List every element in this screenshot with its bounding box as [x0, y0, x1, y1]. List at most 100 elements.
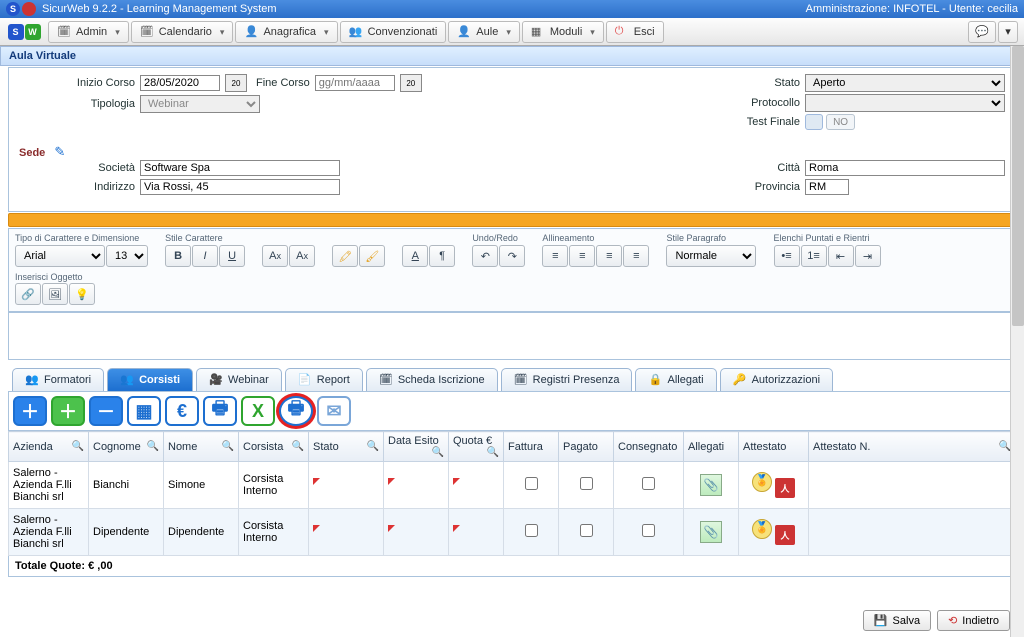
col-allegati[interactable]: Allegati	[684, 432, 739, 462]
excel-button[interactable]: X	[241, 396, 275, 426]
inizio-corso-input[interactable]	[140, 75, 220, 91]
tab-webinar[interactable]: 🎥Webinar	[196, 368, 282, 391]
calendar-icon[interactable]: 20	[225, 74, 247, 92]
search-icon[interactable]: 🔍	[72, 441, 84, 452]
idea-button[interactable]: 💡	[69, 283, 95, 305]
menu-calendario[interactable]: 🗓Calendario	[131, 21, 234, 43]
brush-button[interactable]: 🖌	[359, 245, 385, 267]
italic-button[interactable]: I	[192, 245, 218, 267]
col-consegnato[interactable]: Consegnato	[614, 432, 684, 462]
indirizzo-input[interactable]	[140, 179, 340, 195]
highlight-button[interactable]: 🖍	[332, 245, 358, 267]
consegnato-checkbox[interactable]	[642, 524, 655, 537]
consegnato-checkbox[interactable]	[642, 477, 655, 490]
col-fattura[interactable]: Fattura	[504, 432, 559, 462]
attachment-icon[interactable]: 📎	[700, 474, 722, 496]
col-azienda[interactable]: Azienda🔍	[9, 432, 89, 462]
calendar-icon[interactable]: 20	[400, 74, 422, 92]
search-icon[interactable]: 🔍	[292, 441, 304, 452]
search-icon[interactable]: 🔍	[147, 441, 159, 452]
tipologia-select[interactable]: Webinar	[140, 95, 260, 113]
tab-registri[interactable]: 🗓Registri Presenza	[501, 368, 633, 391]
back-button[interactable]: ⟲Indietro	[937, 610, 1010, 631]
citta-input[interactable]	[805, 160, 1005, 176]
bullet-list-button[interactable]: •≡	[774, 245, 800, 267]
col-pagato[interactable]: Pagato	[559, 432, 614, 462]
undo-button[interactable]: ↶	[472, 245, 498, 267]
cell-quota[interactable]	[449, 509, 504, 556]
tab-scheda[interactable]: 🗓Scheda Iscrizione	[366, 368, 498, 391]
societa-input[interactable]	[140, 160, 340, 176]
menu-convenzionati[interactable]: 👥Convenzionati	[340, 21, 447, 43]
stato-select[interactable]: Aperto	[805, 74, 1005, 92]
col-stato[interactable]: Stato🔍	[309, 432, 384, 462]
align-right-button[interactable]: ≡	[596, 245, 622, 267]
menu-esci[interactable]: ⏻Esci	[606, 21, 664, 43]
certificate-icon[interactable]	[752, 519, 772, 539]
col-quota[interactable]: Quota €🔍	[449, 432, 504, 462]
print-highlighted-button[interactable]: 🖶	[279, 396, 313, 426]
certificate-icon[interactable]	[752, 472, 772, 492]
fattura-checkbox[interactable]	[525, 524, 538, 537]
cell-data-esito[interactable]	[384, 462, 449, 509]
menu-chat[interactable]: 💬	[968, 21, 996, 43]
tab-allegati[interactable]: 🔒Allegati	[635, 368, 716, 391]
bold-button[interactable]: B	[165, 245, 191, 267]
indent-button[interactable]: ⇥	[855, 245, 881, 267]
fine-corso-input[interactable]	[315, 75, 395, 91]
menu-admin[interactable]: 🗓Admin	[48, 21, 129, 43]
subscript-button[interactable]: Ax	[262, 245, 288, 267]
align-center-button[interactable]: ≡	[569, 245, 595, 267]
test-toggle[interactable]: NO	[826, 114, 855, 130]
paragraph-button[interactable]: ¶	[429, 245, 455, 267]
number-list-button[interactable]: 1≡	[801, 245, 827, 267]
superscript-button[interactable]: Ax	[289, 245, 315, 267]
editor-area[interactable]	[8, 312, 1016, 360]
search-icon[interactable]: 🔍	[487, 447, 499, 458]
menu-anagrafica[interactable]: 👤Anagrafica	[235, 21, 337, 43]
tab-formatori[interactable]: 👥Formatori	[12, 368, 104, 391]
col-nome[interactable]: Nome🔍	[164, 432, 239, 462]
col-data-esito[interactable]: Data Esito🔍	[384, 432, 449, 462]
tab-autorizzazioni[interactable]: 🔑Autorizzazioni	[720, 368, 833, 391]
menu-aule[interactable]: 👤Aule	[448, 21, 520, 43]
tab-corsisti[interactable]: 👥Corsisti	[107, 368, 193, 391]
align-justify-button[interactable]: ≡	[623, 245, 649, 267]
col-attestato[interactable]: Attestato	[739, 432, 809, 462]
paragraph-style-select[interactable]: Normale	[666, 245, 756, 267]
collapse-bar[interactable]	[8, 213, 1016, 227]
table-row[interactable]: Salerno - Azienda F.lli Bianchi srlDipen…	[9, 509, 1016, 556]
edit-icon[interactable]: ✎	[54, 144, 65, 159]
add-green-button[interactable]: ＋	[51, 396, 85, 426]
align-left-button[interactable]: ≡	[542, 245, 568, 267]
pagato-checkbox[interactable]	[580, 477, 593, 490]
save-button[interactable]: 💾Salva	[863, 610, 931, 631]
underline-button[interactable]: U	[219, 245, 245, 267]
print-button[interactable]: 🖶	[203, 396, 237, 426]
provincia-input[interactable]	[805, 179, 849, 195]
grid-button[interactable]: ▦	[127, 396, 161, 426]
add-button[interactable]: ＋	[13, 396, 47, 426]
euro-button[interactable]: €	[165, 396, 199, 426]
redo-button[interactable]: ↷	[499, 245, 525, 267]
col-cognome[interactable]: Cognome🔍	[89, 432, 164, 462]
search-icon[interactable]: 🔍	[367, 441, 379, 452]
table-row[interactable]: Salerno - Azienda F.lli Bianchi srlBianc…	[9, 462, 1016, 509]
cell-stato[interactable]	[309, 462, 384, 509]
cell-quota[interactable]	[449, 462, 504, 509]
pdf-icon[interactable]: 人	[775, 478, 795, 498]
pdf-icon[interactable]: 人	[775, 525, 795, 545]
link-button[interactable]: 🔗	[15, 283, 41, 305]
outdent-button[interactable]: ⇤	[828, 245, 854, 267]
menu-moduli[interactable]: ▦Moduli	[522, 21, 604, 43]
col-attestato-n[interactable]: Attestato N.🔍	[809, 432, 1016, 462]
tab-report[interactable]: 📄Report	[285, 368, 363, 391]
image-button[interactable]: 🖼	[42, 283, 68, 305]
fontcolor-button[interactable]: A	[402, 245, 428, 267]
col-corsista[interactable]: Corsista🔍	[239, 432, 309, 462]
pagato-checkbox[interactable]	[580, 524, 593, 537]
menu-more[interactable]: ▾	[998, 21, 1018, 43]
cell-data-esito[interactable]	[384, 509, 449, 556]
attachment-icon[interactable]: 📎	[700, 521, 722, 543]
cell-stato[interactable]	[309, 509, 384, 556]
